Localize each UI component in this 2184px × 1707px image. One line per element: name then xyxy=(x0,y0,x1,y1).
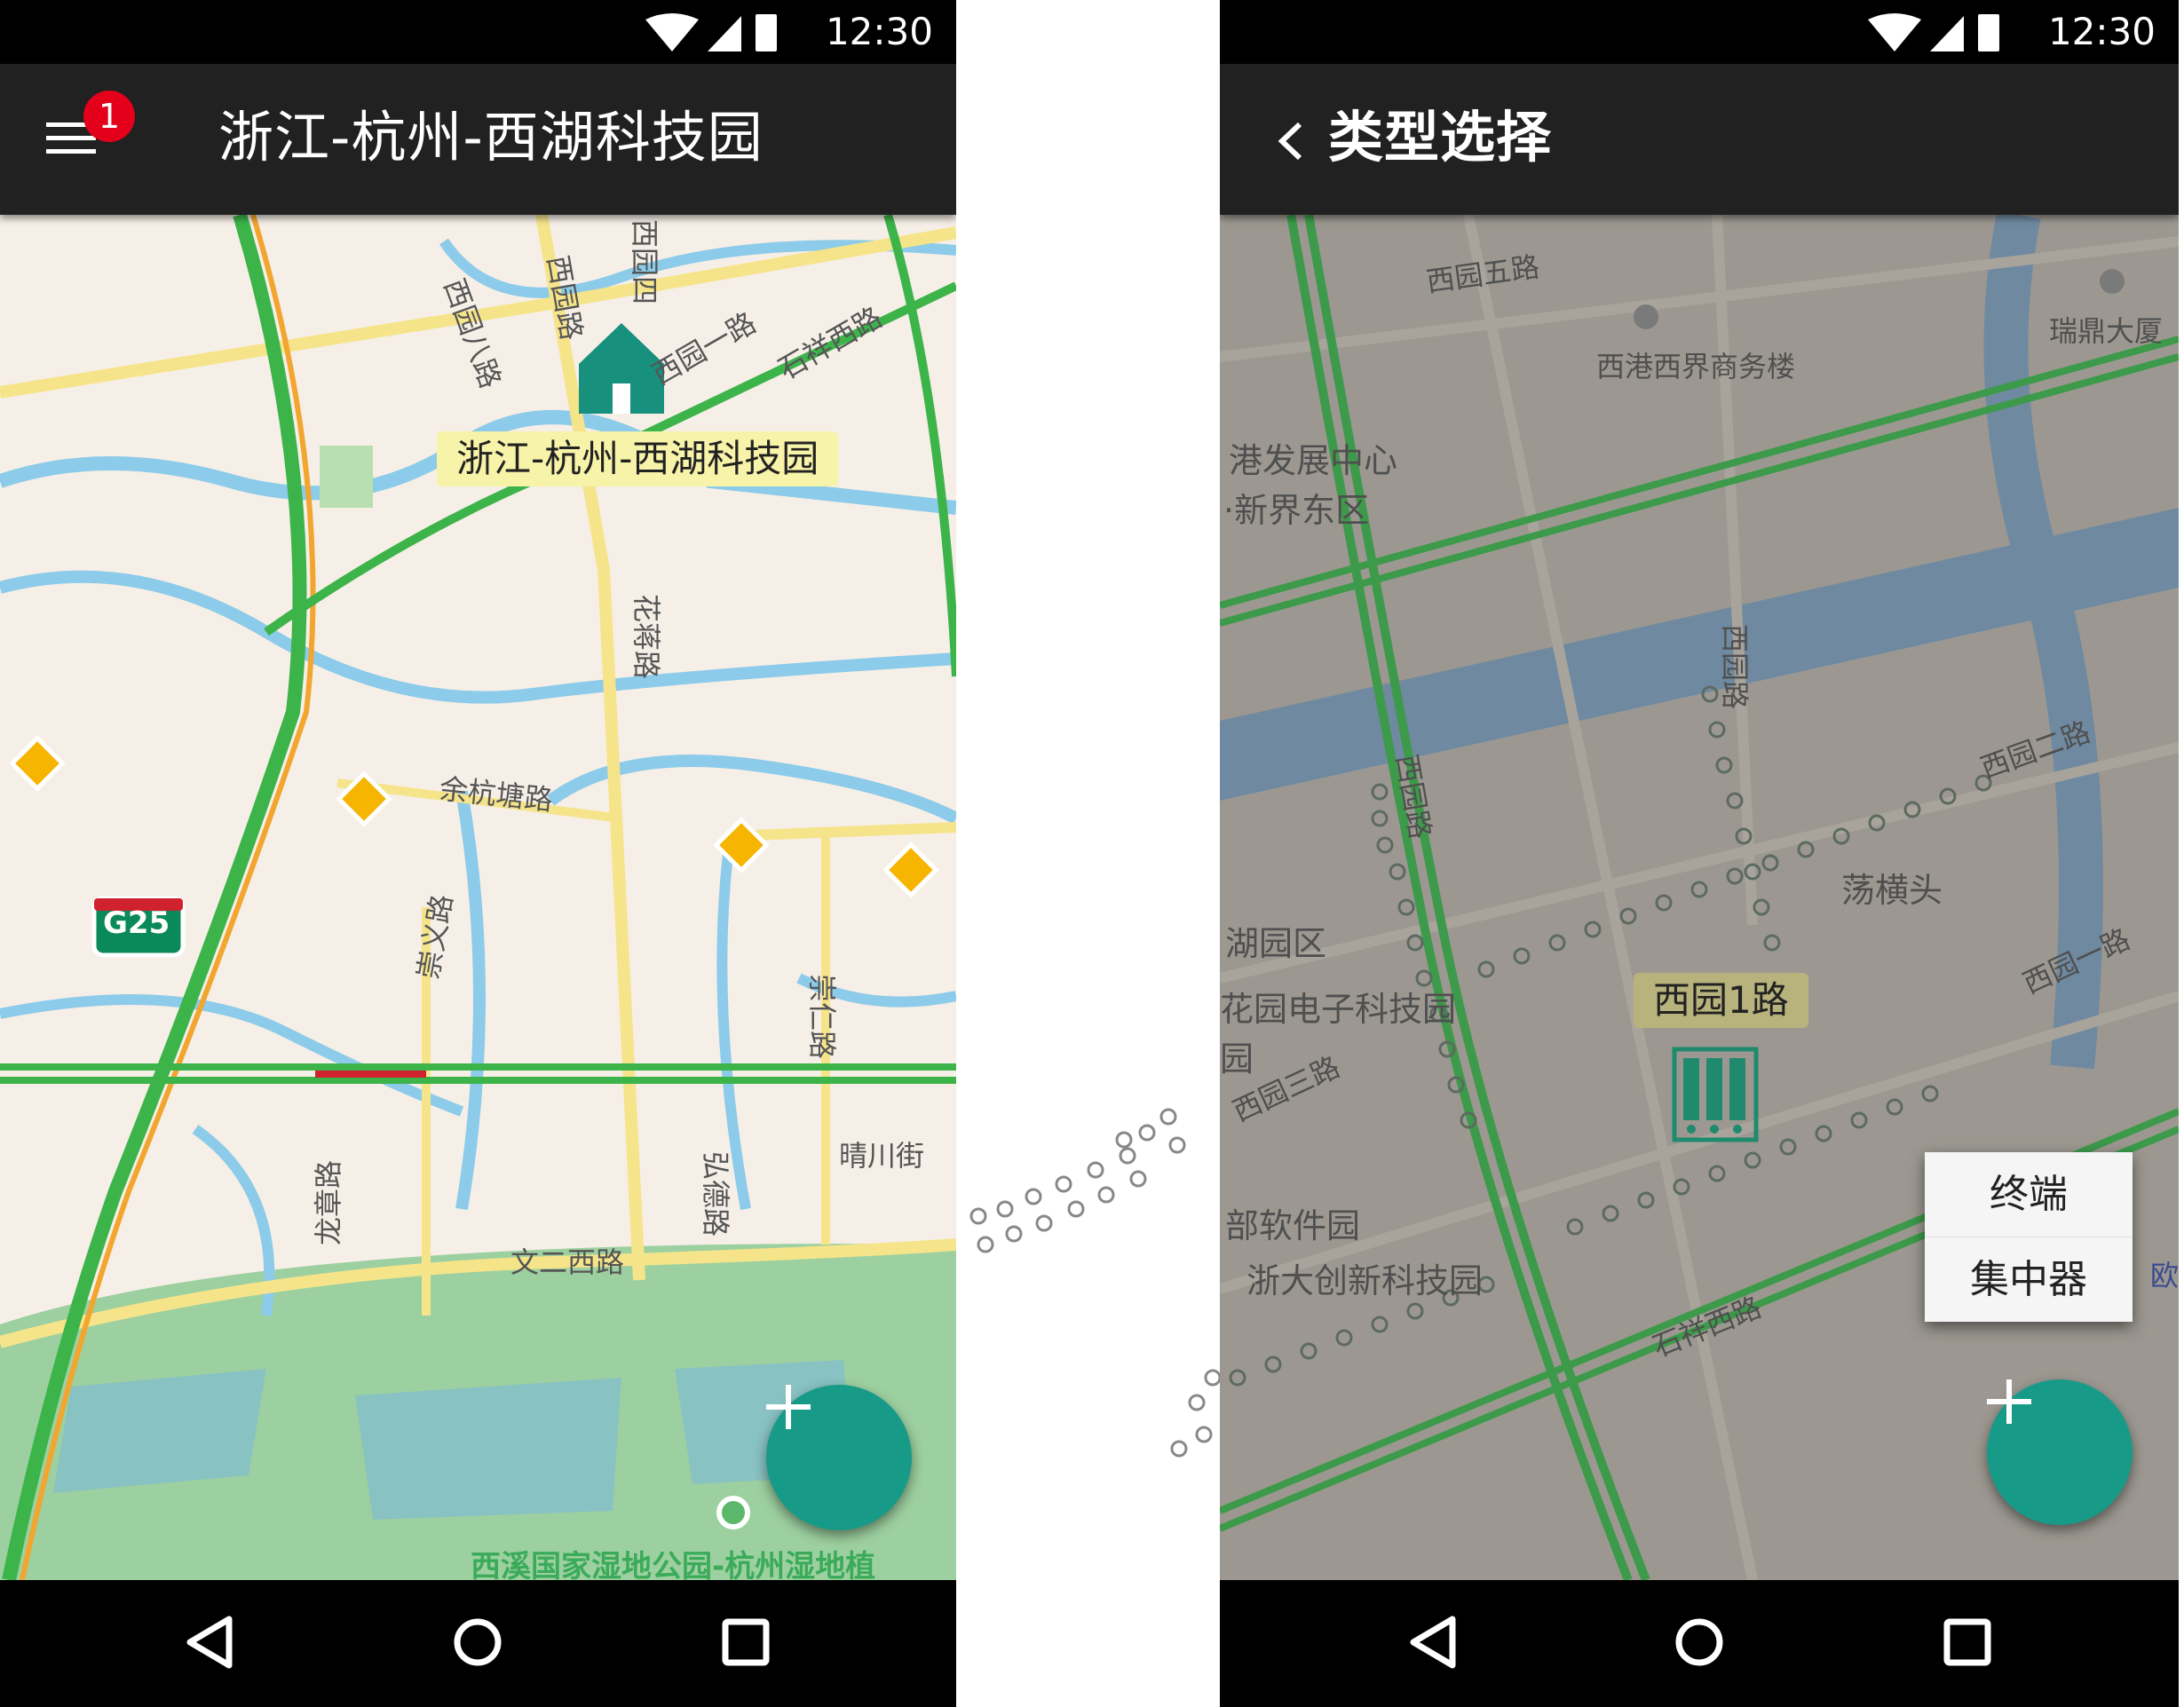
status-time: 12:30 xyxy=(825,10,933,53)
signal-wifi-battery-icons xyxy=(645,13,777,51)
poi-label: 欧 xyxy=(2150,1259,2179,1292)
road-label: 文二西路 xyxy=(510,1245,625,1279)
notification-badge: 1 xyxy=(83,91,135,142)
home-circle-icon xyxy=(454,1618,502,1666)
poi-label: 瑞鼎大厦 xyxy=(2049,314,2164,348)
add-fab-button[interactable] xyxy=(1987,1379,2133,1525)
nav-back-button[interactable] xyxy=(165,1598,254,1687)
wifi-icon xyxy=(1868,13,1921,51)
nav-recents-button[interactable] xyxy=(701,1598,790,1687)
plus-icon xyxy=(766,1385,811,1429)
map-view[interactable]: 西园1路 西园五路 西港西界商务楼 瑞鼎大厦 港发展中心 ·新界东区 西园路 西… xyxy=(1220,215,2179,1580)
poi-label: 部软件园 xyxy=(1225,1206,1361,1245)
signal-wifi-battery-icons xyxy=(1868,13,1999,51)
status-bar: 12:30 xyxy=(1220,0,2179,64)
recents-square-icon xyxy=(722,1618,770,1666)
road-label: 崇仁路 xyxy=(805,973,840,1060)
type-select-menu: 终端 集中器 xyxy=(1925,1152,2133,1322)
page-title: 浙江-杭州-西湖科技园 xyxy=(218,105,764,170)
cellular-icon xyxy=(708,16,741,51)
location-pin-label[interactable]: 西园1路 xyxy=(1634,973,1808,1028)
nav-recents-button[interactable] xyxy=(1923,1598,2012,1687)
map-canvas xyxy=(0,215,956,1580)
app-bar: 1 浙江-杭州-西湖科技园 xyxy=(0,64,956,215)
back-triangle-icon xyxy=(1410,1616,1456,1669)
road-label: 弘德路 xyxy=(699,1150,733,1237)
status-time: 12:30 xyxy=(2047,10,2156,53)
right-phone-screen: 12:30 类型选择 西园1路 西园五路 西港西界商务楼 瑞鼎大厦 港发展中心 … xyxy=(1220,0,2179,1707)
home-circle-icon xyxy=(1675,1618,1723,1666)
plus-icon xyxy=(1987,1379,2031,1424)
back-triangle-icon xyxy=(186,1616,233,1669)
nav-home-button[interactable] xyxy=(433,1598,522,1687)
app-bar: 类型选择 xyxy=(1220,64,2179,215)
page-title: 类型选择 xyxy=(1328,105,1553,170)
recents-square-icon xyxy=(1943,1618,1991,1666)
map-view[interactable]: G25 浙江-杭州-西湖科技园 余杭塘路 花蒋路 崇义路 崇仁路 晴川街 文二西… xyxy=(0,215,956,1580)
road-label: 西园路 xyxy=(1718,623,1753,710)
poi-label: 浙大创新科技园 xyxy=(1246,1261,1484,1300)
add-fab-button[interactable] xyxy=(766,1385,912,1530)
road-label: 龙章路 xyxy=(312,1159,346,1246)
poi-label: 港发展中心 xyxy=(1229,441,1398,480)
status-bar: 12:30 xyxy=(0,0,956,64)
poi-label: 西溪国家湿地公园-杭州湿地植 xyxy=(471,1549,876,1580)
highway-shield-label: G25 xyxy=(103,905,170,941)
menu-item-concentrator[interactable]: 集中器 xyxy=(1925,1237,2133,1322)
road-label: 晴川街 xyxy=(839,1139,925,1173)
menu-item-terminal[interactable]: 终端 xyxy=(1925,1152,2133,1237)
poi-label: 湖园区 xyxy=(1225,924,1327,963)
cellular-icon xyxy=(1930,16,1964,51)
location-pin-label[interactable]: 浙江-杭州-西湖科技园 xyxy=(437,431,839,486)
battery-icon xyxy=(756,14,777,51)
battery-icon xyxy=(1978,14,1999,51)
poi-label: 园 xyxy=(1220,1039,1254,1079)
system-nav-bar xyxy=(0,1580,956,1707)
road-label: 西园四 xyxy=(628,218,662,305)
back-chevron-icon[interactable] xyxy=(1273,119,1309,163)
poi-label: ·新界东区 xyxy=(1223,491,1370,530)
left-phone-screen: 12:30 1 浙江-杭州-西湖科技园 G25 浙江-杭州-西湖科技园 余杭塘路… xyxy=(0,0,956,1707)
poi-label: 荡横头 xyxy=(1841,871,1943,910)
road-label: 花蒋路 xyxy=(629,593,664,680)
transition-dots xyxy=(969,1108,1220,1458)
nav-home-button[interactable] xyxy=(1655,1598,1744,1687)
poi-label: 花园电子科技园 xyxy=(1220,990,1457,1029)
map-canvas xyxy=(1220,215,2179,1580)
poi-label: 西港西界商务楼 xyxy=(1596,350,1796,383)
nav-back-button[interactable] xyxy=(1389,1598,1477,1687)
wifi-icon xyxy=(645,13,699,51)
system-nav-bar xyxy=(1220,1580,2179,1707)
